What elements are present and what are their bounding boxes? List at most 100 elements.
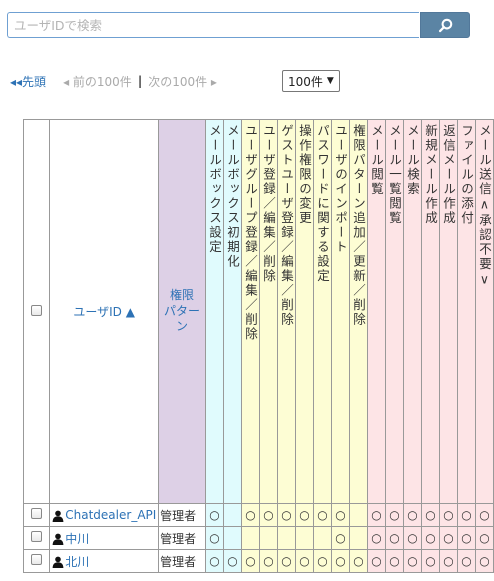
prev-page-link: ◂ 前の100件 [63, 74, 132, 89]
permission-mark-cell: ○ [240, 503, 260, 527]
permission-mark-cell: ○ [384, 503, 404, 527]
user-id-cell: 中川 [49, 526, 160, 550]
permission-column-header: メールボックス設定 [204, 119, 224, 504]
row-checkbox[interactable] [31, 531, 43, 542]
chevron-down-icon: ▼ [326, 76, 334, 86]
pager: ◂◂先頭 ◂ 前の100件 | 次の100件 ▸ [10, 72, 217, 90]
permission-mark-cell [240, 526, 260, 550]
permission-mark-cell: ○ [420, 526, 440, 550]
row-select-cell [22, 503, 51, 527]
row-checkbox[interactable] [31, 508, 43, 519]
table-row: 中川 管理者 ○ ○ ○ ○ ○ ○ ○ ○ ○ [22, 526, 494, 550]
permission-column-label: 操作権限の変更 [296, 124, 312, 226]
permission-column-header: メール検索 [402, 119, 422, 504]
user-id-cell: Chatdealer_API [49, 503, 160, 527]
permission-column-label: メールボックス設定 [206, 124, 222, 255]
role-pattern-cell: 管理者 [158, 549, 206, 573]
permission-column-header: ユーザのインポート [330, 119, 350, 504]
permission-mark-cell: ○ [474, 526, 494, 550]
user-id-link[interactable]: 中川 [65, 532, 89, 546]
permission-column-header: 権限パターン追加／更新／削除 [348, 119, 368, 504]
permission-column-label: パスワードに関する設定 [314, 124, 330, 284]
permission-column-label: ユーザのインポート [332, 124, 348, 255]
per-page-select[interactable]: 100件 ▼ [282, 70, 340, 92]
user-icon [52, 510, 64, 522]
permission-mark-cell: ○ [330, 503, 350, 527]
permission-mark-cell: ○ [474, 503, 494, 527]
permission-mark-cell [348, 526, 368, 550]
permission-column-header: メール閲覧 [366, 119, 386, 504]
permission-column-label: メール一覧閲覧 [386, 124, 402, 226]
permission-column-label: 返信メール作成 [440, 124, 456, 226]
permission-column-label: メール閲覧 [368, 124, 384, 197]
search-input[interactable] [7, 12, 419, 38]
next-page-link: 次の100件 ▸ [148, 74, 217, 89]
permission-column-label: ゲストユーザ登録／編集／削除 [278, 124, 294, 327]
permission-mark-cell: ○ [294, 549, 314, 573]
first-page-link[interactable]: ◂◂先頭 [10, 73, 46, 90]
permission-column-label: 権限パターン追加／更新／削除 [350, 124, 366, 327]
user-icon [52, 556, 64, 568]
permission-mark-cell: ○ [456, 503, 476, 527]
permission-mark-cell: ○ [438, 549, 458, 573]
permission-mark-cell: ○ [312, 549, 332, 573]
role-pattern-cell: 管理者 [158, 526, 206, 550]
permission-column-label: ユーザ登録／編集／削除 [260, 124, 276, 284]
permission-mark-cell: ○ [240, 549, 260, 573]
permission-column-header: ユーザ登録／編集／削除 [258, 119, 278, 504]
permission-mark-cell: ○ [420, 549, 440, 573]
permission-mark-cell [294, 526, 314, 550]
permission-column-label: メールボックス初期化 [224, 124, 240, 269]
permission-mark-cell: ○ [438, 503, 458, 527]
permission-column-header: メール一覧閲覧 [384, 119, 404, 504]
user-icon [52, 533, 64, 545]
permission-mark-cell [222, 526, 242, 550]
table-row: 北川 管理者 ○ ○ ○ ○ ○ ○ ○ ○ ○ ○ ○ ○ ○ ○ ○ ○ [22, 549, 494, 573]
permission-mark-cell: ○ [366, 549, 386, 573]
row-select-cell [22, 549, 51, 573]
permission-column-label: ファイルの添付 [458, 124, 474, 226]
permission-column-header: 新規メール作成 [420, 119, 440, 504]
permission-mark-cell: ○ [222, 549, 242, 573]
permission-mark-cell: ○ [294, 503, 314, 527]
user-id-link[interactable]: Chatdealer_API [65, 508, 156, 522]
role-pattern-header-label: 権限 [170, 288, 195, 303]
role-pattern-header-label: パターン [164, 303, 201, 334]
table-row: Chatdealer_API 管理者 ○ ○ ○ ○ ○ ○ ○ ○ ○ ○ ○ ○ ○ ○ [22, 503, 494, 527]
permission-column-label: メール送信∧承認不要∨ [476, 124, 492, 289]
permission-mark-cell [276, 526, 296, 550]
select-all-checkbox[interactable] [31, 304, 43, 316]
permission-mark-cell: ○ [402, 526, 422, 550]
permission-mark-cell: ○ [438, 526, 458, 550]
search-button[interactable] [420, 12, 470, 38]
permission-mark-cell: ○ [330, 526, 350, 550]
user-id-link[interactable]: 北川 [65, 555, 89, 569]
permission-mark-cell [222, 503, 242, 527]
permission-mark-cell: ○ [204, 549, 224, 573]
row-checkbox[interactable] [31, 554, 43, 565]
permission-mark-cell: ○ [348, 549, 368, 573]
per-page-value: 100件 [288, 74, 323, 89]
permission-mark-cell: ○ [204, 503, 224, 527]
permission-mark-cell: ○ [312, 503, 332, 527]
role-pattern-cell: 管理者 [158, 503, 206, 527]
row-select-cell [22, 526, 51, 550]
permission-column-header: ユーザグループ登録／編集／削除 [240, 119, 260, 504]
permission-mark-cell: ○ [258, 503, 278, 527]
user-id-column-header[interactable]: ユーザID ▲ [49, 119, 160, 504]
permission-mark-cell: ○ [420, 503, 440, 527]
permission-mark-cell: ○ [276, 503, 296, 527]
permission-mark-cell: ○ [258, 549, 278, 573]
permission-column-header: パスワードに関する設定 [312, 119, 332, 504]
user-permission-table: ユーザID ▲ 権限 パターン メールボックス設定 メールボックス初期化 ユーザグループ登… [22, 119, 494, 573]
permission-mark-cell: ○ [474, 549, 494, 573]
permission-mark-cell [348, 503, 368, 527]
permission-mark-cell: ○ [204, 526, 224, 550]
permission-mark-cell: ○ [456, 549, 476, 573]
permission-mark-cell: ○ [402, 549, 422, 573]
permission-column-label: メール検索 [404, 124, 420, 197]
permission-mark-cell: ○ [330, 549, 350, 573]
table-header-row: ユーザID ▲ 権限 パターン メールボックス設定 メールボックス初期化 ユーザグループ登… [22, 119, 494, 504]
permission-column-label: ユーザグループ登録／編集／削除 [242, 124, 258, 342]
role-pattern-column-header[interactable]: 権限 パターン [158, 119, 206, 504]
